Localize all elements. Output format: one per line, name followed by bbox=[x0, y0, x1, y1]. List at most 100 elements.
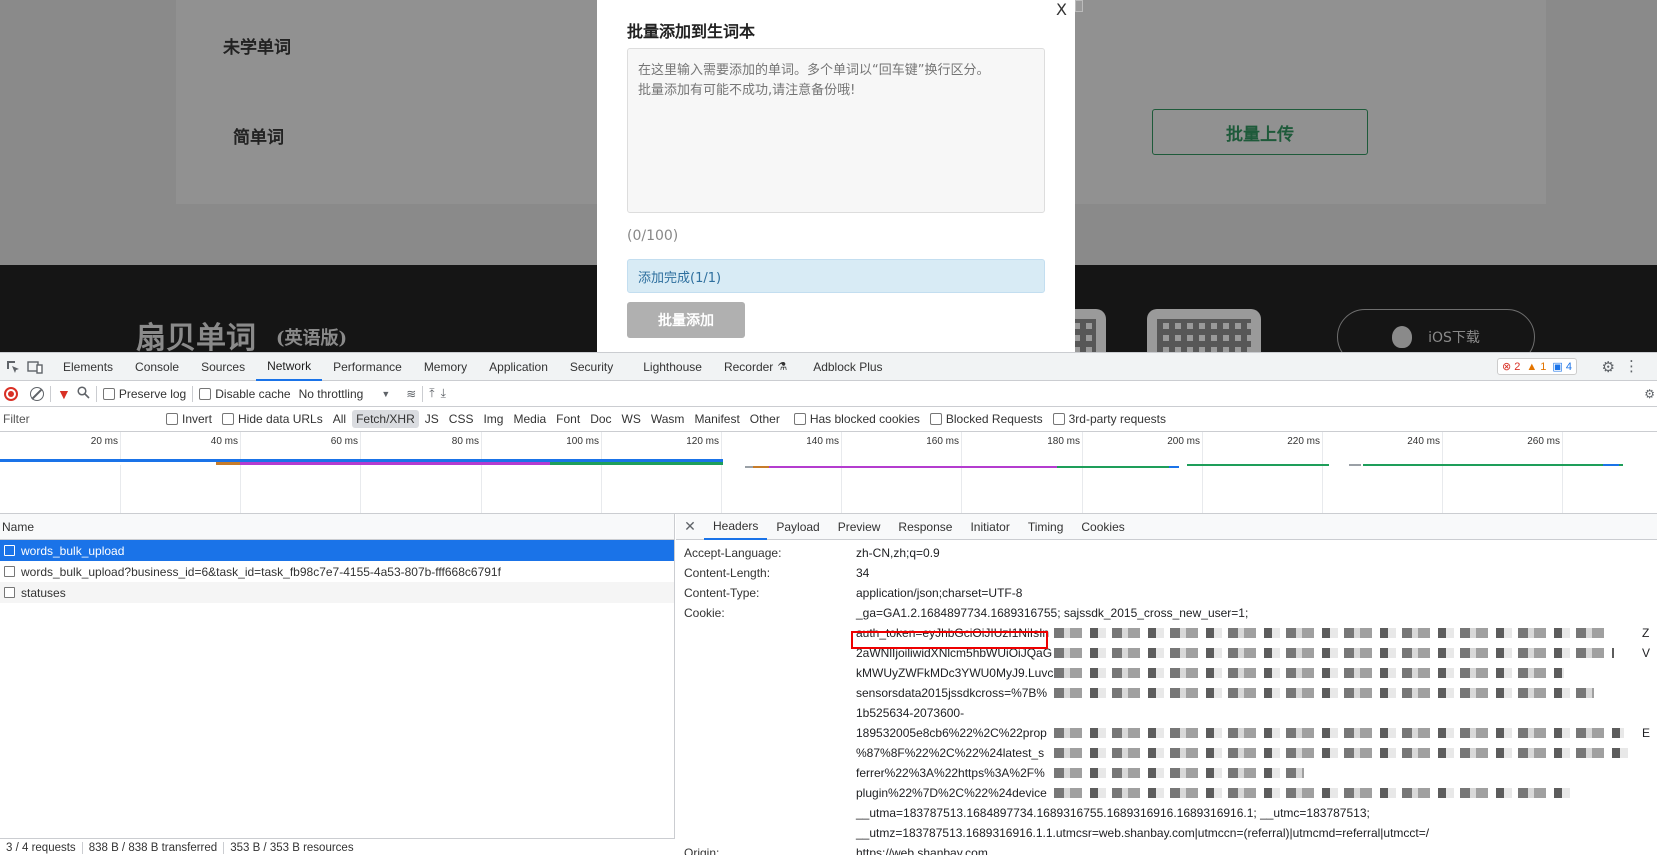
timeline-bar bbox=[1169, 466, 1179, 468]
success-alert-text: 添加完成(1/1) bbox=[638, 270, 722, 286]
filter-funnel-icon[interactable]: ▼ bbox=[57, 386, 71, 402]
filter-type-font[interactable]: Font bbox=[552, 410, 584, 428]
network-conditions-icon[interactable]: ≋ bbox=[406, 387, 416, 401]
row-label-unlearned: 未学单词 bbox=[223, 38, 291, 58]
ios-download-button[interactable]: iOS下载 bbox=[1337, 309, 1535, 352]
detail-tab-initiator[interactable]: Initiator bbox=[961, 514, 1018, 540]
record-icon[interactable] bbox=[4, 386, 18, 401]
modal-close-button[interactable]: X bbox=[1056, 0, 1067, 19]
filter-type-other[interactable]: Other bbox=[746, 410, 784, 428]
filter-type-fetch-xhr[interactable]: Fetch/XHR bbox=[352, 410, 419, 428]
message-count: 4 bbox=[1565, 361, 1572, 373]
timeline-tick-label: 100 ms bbox=[566, 436, 599, 447]
redacted-block bbox=[1054, 768, 1304, 778]
detail-tab-payload[interactable]: Payload bbox=[767, 514, 828, 540]
tab-performance[interactable]: Performance bbox=[322, 353, 413, 381]
qr-code-image-mini-program bbox=[1147, 309, 1261, 352]
bulk-upload-button[interactable]: 批量上传 bbox=[1152, 109, 1368, 155]
tab-recorder-label: Recorder bbox=[723, 359, 774, 374]
blocked-requests-checkbox[interactable]: Blocked Requests bbox=[929, 412, 1043, 426]
apple-icon bbox=[1392, 326, 1413, 348]
request-row[interactable]: words_bulk_upload?business_id=6&task_id=… bbox=[0, 561, 674, 582]
redacted-block bbox=[1054, 788, 1574, 798]
detail-tab-headers[interactable]: Headers bbox=[704, 514, 768, 540]
timeline-bar bbox=[769, 466, 1057, 468]
tab-elements[interactable]: Elements bbox=[52, 353, 124, 381]
inspect-element-icon[interactable] bbox=[4, 358, 22, 376]
tab-application[interactable]: Application bbox=[478, 353, 559, 381]
tab-recorder[interactable]: Recorder ⚗ bbox=[713, 353, 798, 381]
column-header-name[interactable]: Name bbox=[0, 514, 674, 540]
header-name: Content-Length: bbox=[684, 566, 771, 580]
filter-type-media[interactable]: Media bbox=[509, 410, 550, 428]
redacted-block bbox=[1054, 728, 1624, 738]
detail-tab-cookies[interactable]: Cookies bbox=[1072, 514, 1133, 540]
detail-tab-preview[interactable]: Preview bbox=[829, 514, 890, 540]
header-value: https://web.shanbay.com bbox=[856, 846, 988, 855]
devtools-panel: Elements Console Sources Network Perform… bbox=[0, 352, 1657, 855]
preserve-log-checkbox[interactable]: Preserve log bbox=[102, 387, 186, 401]
file-icon bbox=[4, 545, 15, 556]
bulk-add-submit-button[interactable]: 批量添加 bbox=[627, 302, 745, 338]
ios-download-label: iOS下载 bbox=[1428, 330, 1480, 346]
tab-lighthouse[interactable]: Lighthouse bbox=[632, 353, 713, 381]
filter-type-doc[interactable]: Doc bbox=[586, 410, 615, 428]
tab-sources[interactable]: Sources bbox=[190, 353, 256, 381]
timeline-tick-label: 240 ms bbox=[1407, 436, 1440, 447]
toolbar-divider bbox=[192, 385, 194, 402]
filter-type-manifest[interactable]: Manifest bbox=[690, 410, 743, 428]
detail-tab-timing[interactable]: Timing bbox=[1019, 514, 1073, 540]
network-overview-timeline[interactable]: 20 ms 40 ms 60 ms 80 ms 100 ms 120 ms 140 ms 16… bbox=[0, 432, 1657, 514]
third-party-requests-checkbox[interactable]: 3rd-party requests bbox=[1052, 412, 1166, 426]
request-name: words_bulk_upload?business_id=6&task_id=… bbox=[21, 564, 501, 579]
header-value: application/json;charset=UTF-8 bbox=[856, 586, 1023, 600]
header-value: zh-CN,zh;q=0.9 bbox=[856, 546, 940, 560]
tab-memory[interactable]: Memory bbox=[413, 353, 478, 381]
toolbar-divider bbox=[95, 385, 97, 402]
disable-cache-checkbox[interactable]: Disable cache bbox=[199, 387, 291, 401]
device-toolbar-icon[interactable] bbox=[26, 358, 44, 376]
throttling-select[interactable]: No throttling ▼ bbox=[299, 387, 391, 401]
more-vertical-icon[interactable]: ⋮ bbox=[1624, 357, 1639, 375]
redacted-block bbox=[1054, 688, 1594, 698]
filter-type-wasm[interactable]: Wasm bbox=[647, 410, 689, 428]
filter-type-css[interactable]: CSS bbox=[445, 410, 478, 428]
filter-type-js[interactable]: JS bbox=[421, 410, 443, 428]
redacted-block bbox=[1054, 748, 1629, 758]
panel-settings-icon[interactable]: ⚙ bbox=[1644, 387, 1655, 401]
words-textarea[interactable] bbox=[627, 48, 1045, 213]
request-name: words_bulk_upload bbox=[21, 543, 125, 558]
footer-brand: 扇贝单词 bbox=[136, 321, 256, 352]
tab-network[interactable]: Network bbox=[256, 353, 323, 381]
filter-type-img[interactable]: Img bbox=[479, 410, 507, 428]
cookie-line: 1b525634-2073600- bbox=[856, 706, 965, 720]
success-alert: 添加完成(1/1) bbox=[627, 259, 1045, 293]
header-value: _ga=GA1.2.1684897734.1689316755; sajssdk… bbox=[856, 606, 1249, 620]
clear-icon[interactable] bbox=[30, 386, 44, 401]
close-icon[interactable]: ✕ bbox=[676, 518, 704, 535]
has-blocked-cookies-checkbox[interactable]: Has blocked cookies bbox=[793, 412, 920, 426]
issue-badges[interactable]: ⊗ 2 ▲ 1 ▣ 4 bbox=[1496, 358, 1577, 375]
tab-console[interactable]: Console bbox=[124, 353, 190, 381]
cookie-line: 189532005e8cb6%22%2C%22prop bbox=[856, 726, 1047, 740]
hide-data-urls-checkbox[interactable]: Hide data URLs bbox=[222, 412, 323, 426]
filter-input[interactable] bbox=[0, 408, 166, 430]
devtools-tab-strip: Elements Console Sources Network Perform… bbox=[0, 353, 1657, 381]
warning-count: 1 bbox=[1540, 360, 1547, 373]
detail-tab-response[interactable]: Response bbox=[889, 514, 961, 540]
resources-size: 353 B / 353 B resources bbox=[230, 841, 354, 854]
tab-adblock-plus[interactable]: Adblock Plus bbox=[802, 353, 893, 381]
gear-icon[interactable]: ⚙ bbox=[1602, 358, 1615, 376]
search-icon[interactable] bbox=[77, 385, 90, 402]
timeline-gridline bbox=[721, 432, 722, 513]
tab-security[interactable]: Security bbox=[559, 353, 624, 381]
import-har-icon[interactable]: ⤒ bbox=[429, 386, 434, 401]
timeline-bar bbox=[1349, 464, 1361, 466]
request-row[interactable]: words_bulk_upload bbox=[0, 540, 674, 561]
request-row[interactable]: statuses bbox=[0, 582, 674, 603]
invert-checkbox[interactable]: Invert bbox=[166, 412, 212, 426]
export-har-icon[interactable]: ⤓ bbox=[441, 386, 446, 401]
filter-type-all[interactable]: All bbox=[329, 410, 350, 428]
filter-type-ws[interactable]: WS bbox=[618, 410, 645, 428]
warning-badge: ▲ 1 bbox=[1526, 360, 1547, 373]
